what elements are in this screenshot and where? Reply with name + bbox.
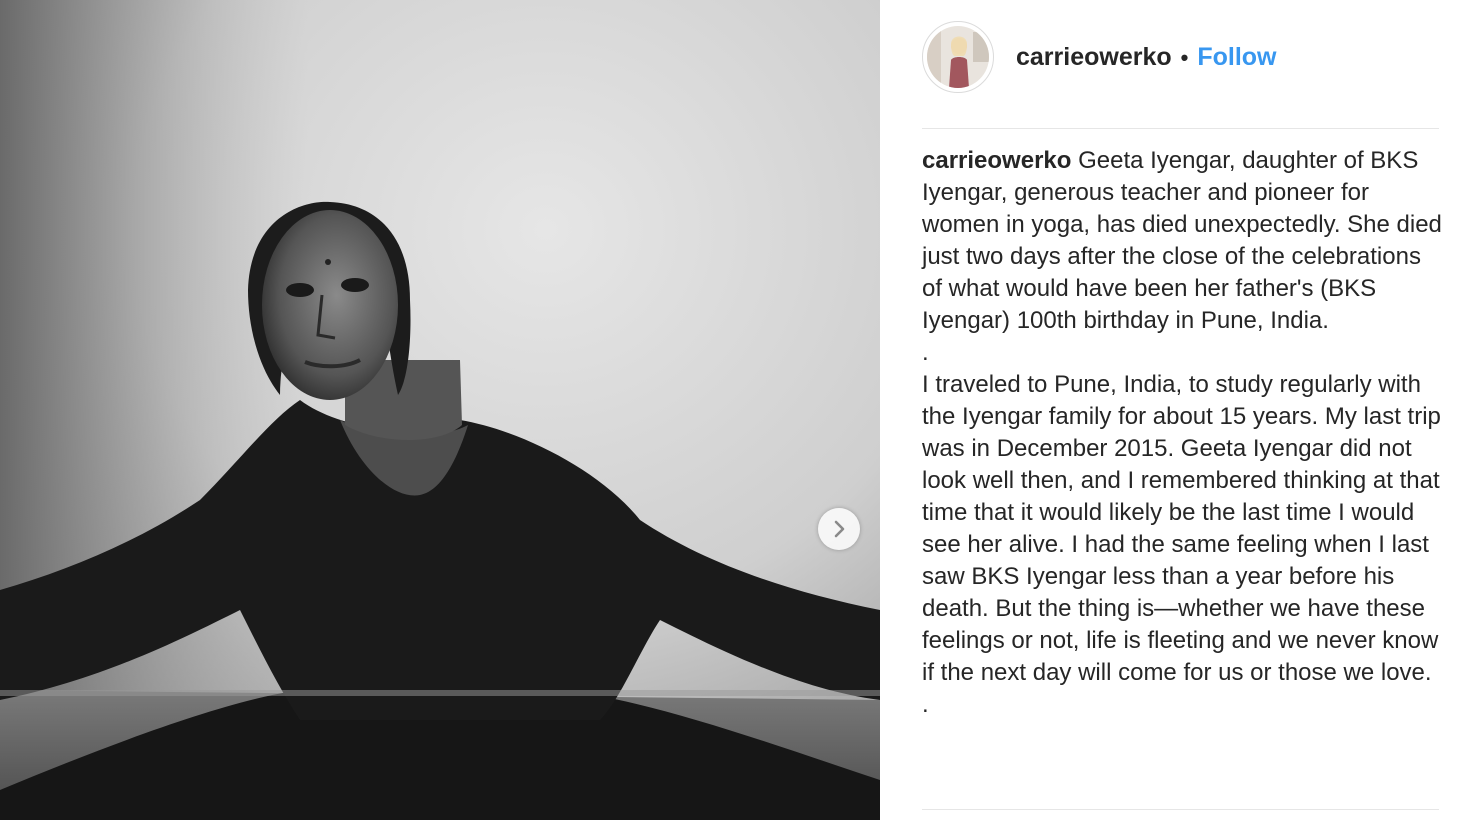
- post-caption: carrieowerko Geeta Iyengar, daughter of …: [922, 129, 1442, 721]
- caption-paragraph: I traveled to Pune, India, to study regu…: [922, 371, 1441, 686]
- avatar[interactable]: [922, 21, 994, 93]
- post-header: carrieowerko • Follow: [922, 0, 1439, 129]
- username-link[interactable]: carrieowerko: [1016, 43, 1172, 71]
- post-photo[interactable]: [0, 0, 880, 820]
- caption-username-link[interactable]: carrieowerko: [922, 147, 1071, 174]
- divider: [922, 809, 1439, 810]
- caption-paragraph: carrieowerko Geeta Iyengar, daughter of …: [922, 145, 1442, 337]
- black-and-white-photo: [0, 0, 880, 820]
- instagram-post: carrieowerko • Follow carrieowerko Geeta I…: [0, 0, 1457, 820]
- header-text: carrieowerko • Follow: [1016, 43, 1277, 72]
- caption-separator: .: [922, 339, 929, 366]
- profile-picture: [927, 26, 989, 88]
- caption-text: Geeta Iyengar, daughter of BKS Iyengar, …: [922, 147, 1442, 334]
- follow-button[interactable]: Follow: [1197, 43, 1276, 71]
- chevron-right-icon: [834, 520, 845, 538]
- next-photo-button[interactable]: [818, 508, 860, 550]
- caption-separator: .: [922, 691, 929, 718]
- post-side-panel: carrieowerko • Follow carrieowerko Geeta I…: [880, 0, 1457, 820]
- separator-dot: •: [1180, 44, 1189, 70]
